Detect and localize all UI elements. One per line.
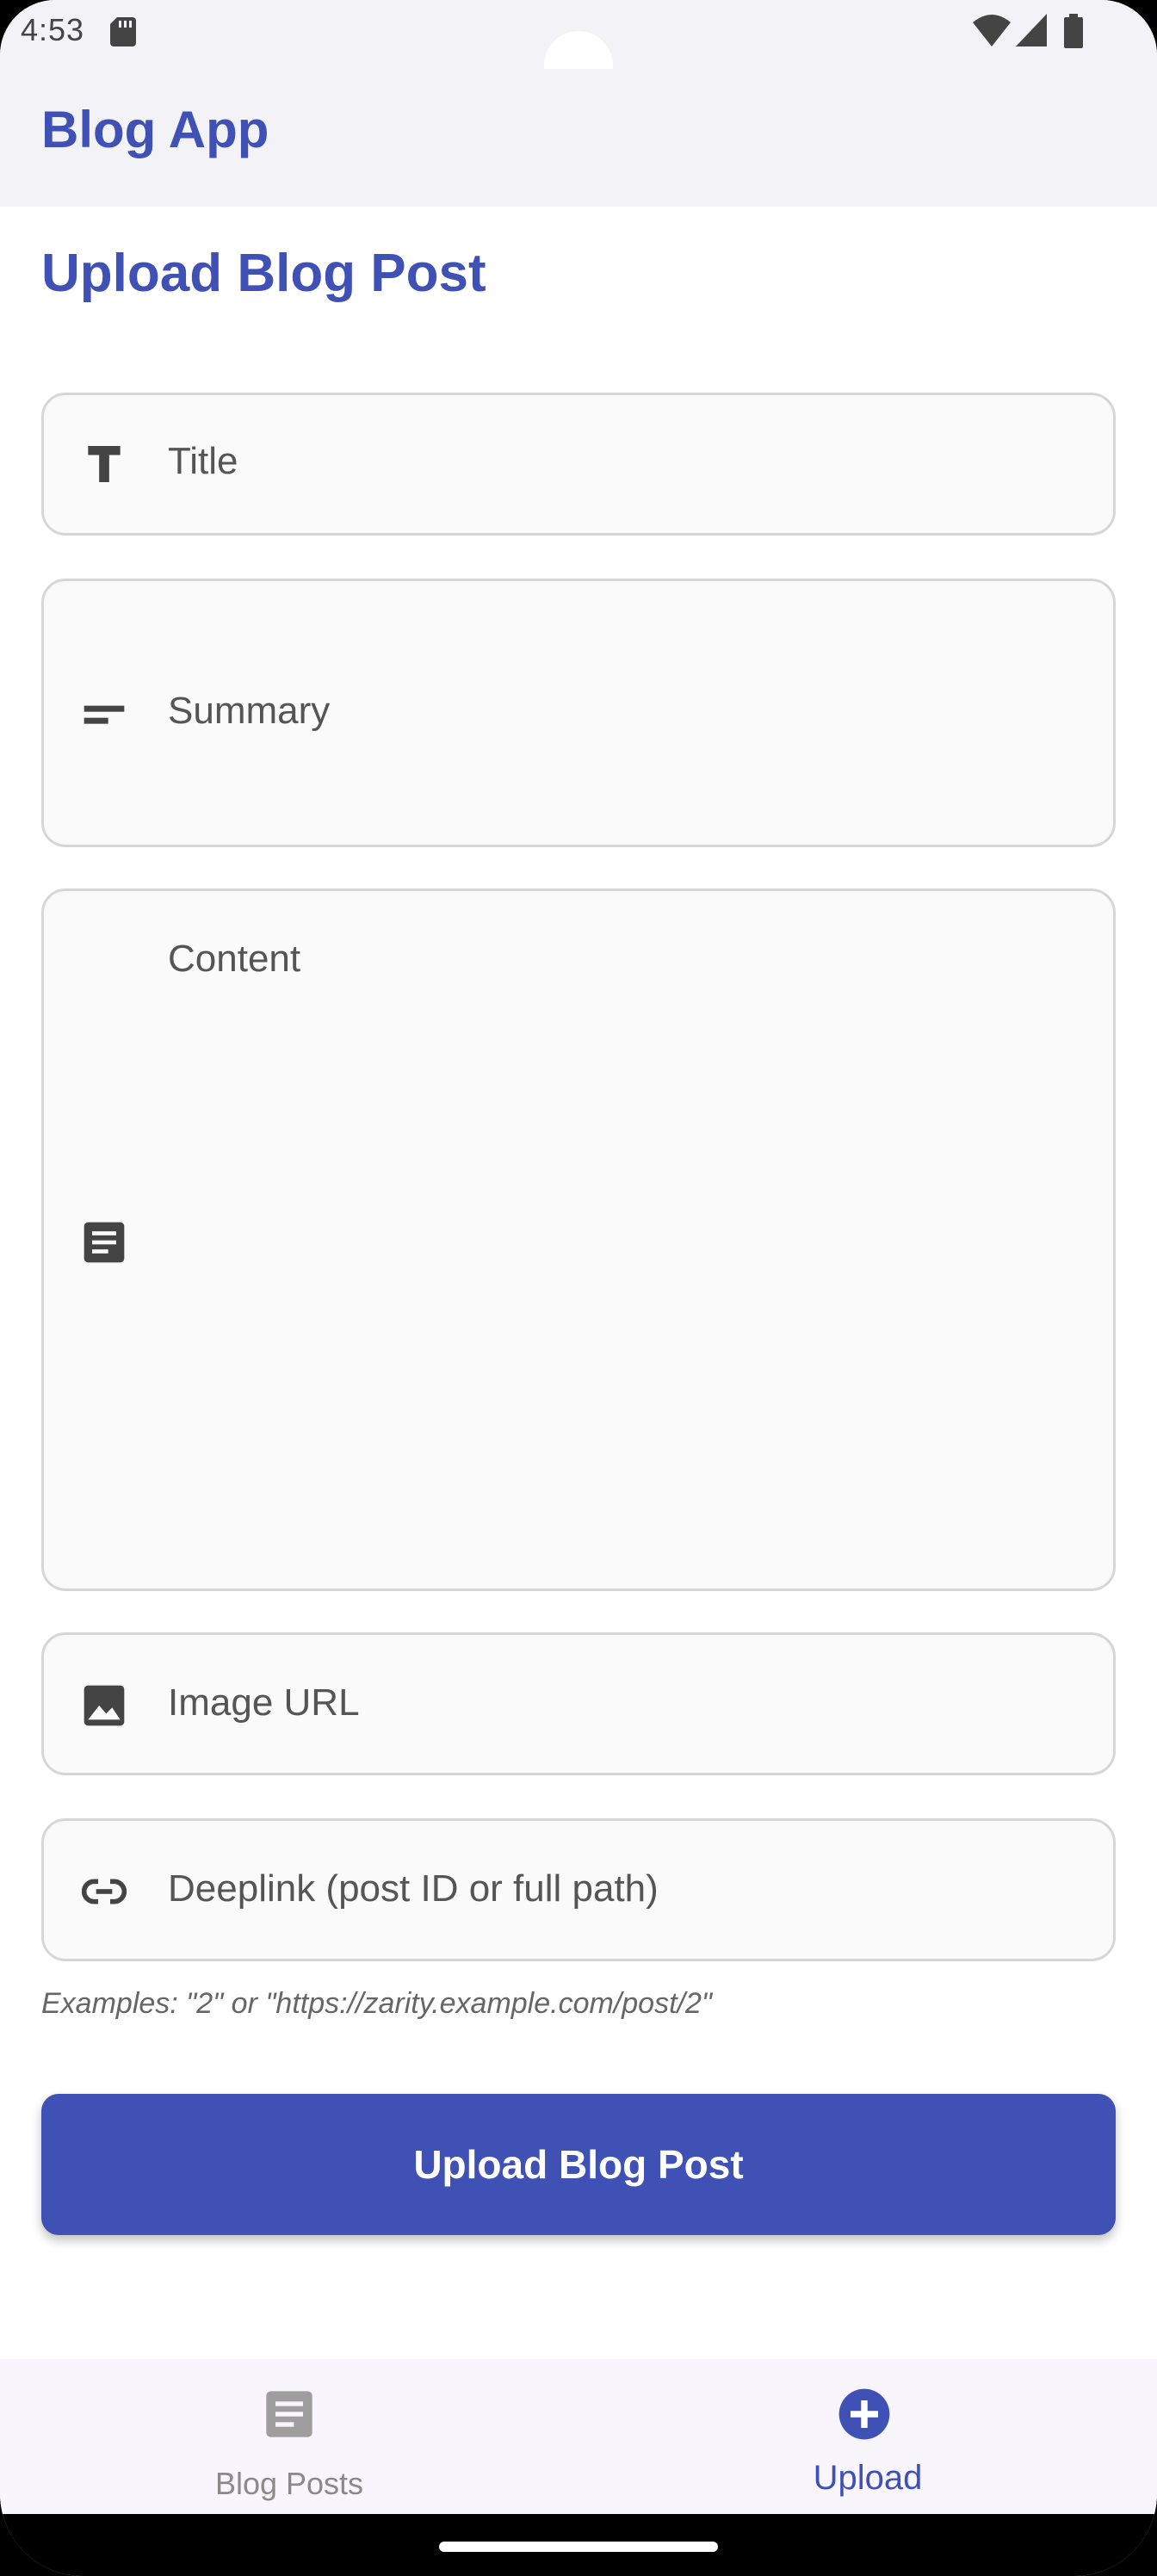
signal-icon bbox=[1016, 14, 1047, 46]
home-gesture-handle[interactable] bbox=[439, 2542, 718, 2552]
deeplink-field[interactable]: Deeplink (post ID or full path) bbox=[41, 1818, 1116, 1961]
nav-item-upload[interactable]: Upload bbox=[578, 2359, 1157, 2514]
short-text-icon bbox=[84, 705, 125, 724]
app-bar: Blog App bbox=[0, 69, 1157, 207]
content-placeholder: Content bbox=[168, 938, 301, 980]
battery-icon bbox=[1064, 14, 1083, 48]
article-icon bbox=[84, 1222, 125, 1263]
article-icon bbox=[266, 2391, 312, 2437]
link-icon bbox=[81, 1879, 127, 1904]
sd-card-icon bbox=[110, 17, 136, 46]
title-placeholder: Title bbox=[168, 440, 238, 482]
image-url-field[interactable]: Image URL bbox=[41, 1632, 1116, 1775]
summary-field[interactable]: Summary bbox=[41, 579, 1116, 847]
summary-placeholder: Summary bbox=[168, 690, 331, 732]
screen: 4:53 Blog App Upload Blog Post Title Sum… bbox=[0, 0, 1157, 2576]
deeplink-placeholder: Deeplink (post ID or full path) bbox=[168, 1867, 659, 1910]
add-circle-icon bbox=[838, 2388, 890, 2440]
wifi-icon bbox=[973, 15, 1011, 46]
upload-blog-post-button[interactable]: Upload Blog Post bbox=[41, 2094, 1116, 2235]
image-url-placeholder: Image URL bbox=[168, 1681, 360, 1724]
nav-item-blog-posts[interactable]: Blog Posts bbox=[0, 2359, 578, 2514]
status-time: 4:53 bbox=[21, 12, 85, 47]
bottom-navigation: Blog Posts Upload bbox=[0, 2359, 1157, 2514]
title-field[interactable]: Title bbox=[41, 393, 1116, 536]
page-title: Upload Blog Post bbox=[41, 244, 486, 303]
nav-label-upload: Upload bbox=[813, 2459, 923, 2497]
content-field[interactable]: Content bbox=[41, 889, 1116, 1591]
nav-label-blog-posts: Blog Posts bbox=[214, 2466, 364, 2501]
image-icon bbox=[84, 1685, 125, 1726]
text-fields-icon bbox=[88, 446, 121, 482]
app-title: Blog App bbox=[41, 101, 269, 158]
deeplink-hint: Examples: "2" or "https://zarity.example… bbox=[41, 1987, 712, 2020]
status-bar: 4:53 bbox=[0, 0, 1157, 100]
